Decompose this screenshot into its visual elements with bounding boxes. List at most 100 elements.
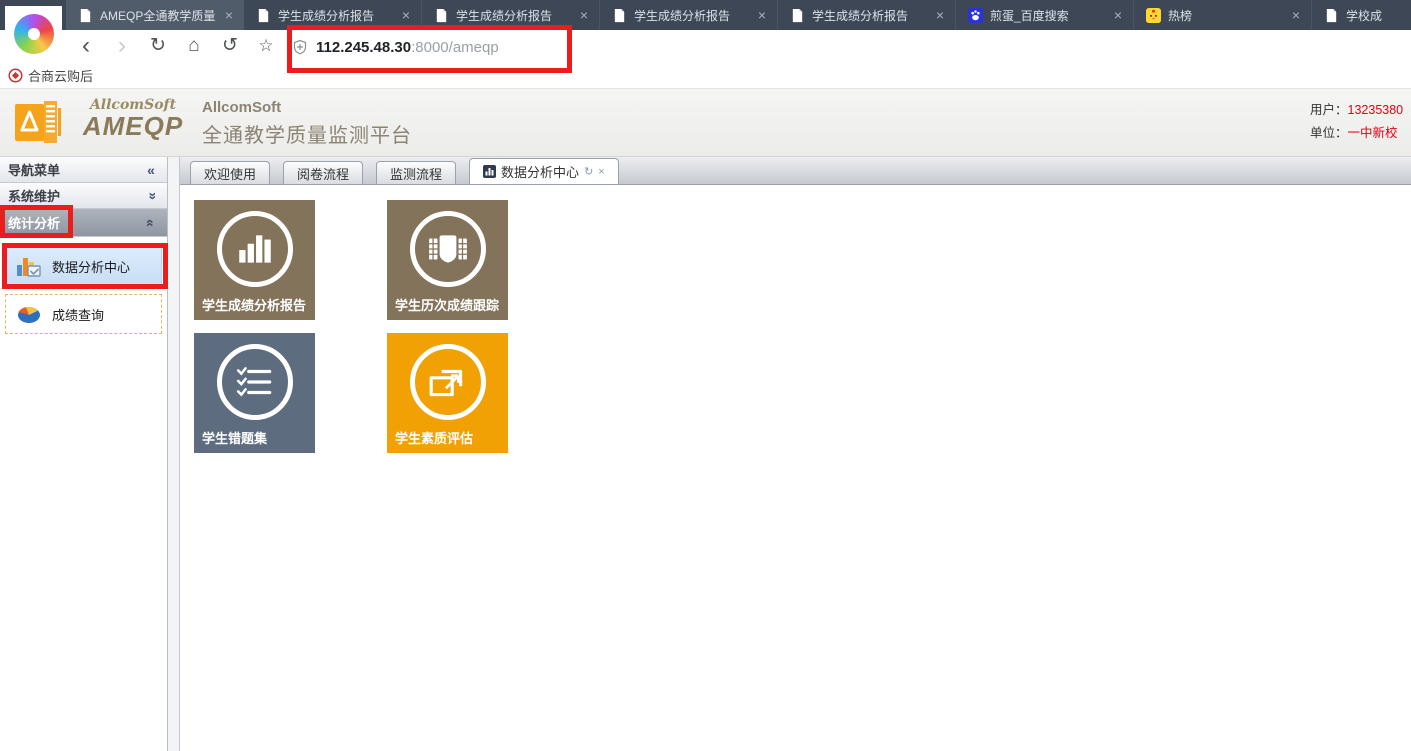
workspace-tab-label: 欢迎使用 — [204, 164, 256, 183]
browser-window: AMEQP全通教学质量监 × 学生成绩分析报告 × 学生成绩分析报告 × 学生成… — [0, 0, 1411, 751]
workspace-content: 学生成绩分析报告 学 — [180, 185, 1411, 751]
browser-toolbar: ‹ › ↻ ⌂ ↺ ☆ — [0, 30, 1411, 62]
tile-student-score-report[interactable]: 学生成绩分析报告 — [194, 200, 315, 320]
sidebar-title: 导航菜单 — [8, 160, 143, 179]
tile-label: 学生历次成绩跟踪 — [395, 295, 499, 314]
tab-close-icon[interactable]: × — [1289, 7, 1303, 23]
sidebar-title-bar: 导航菜单 « — [0, 157, 167, 183]
url-path: :8000/ameqp — [411, 39, 499, 56]
sidebar-items: 数据分析中心 成绩查询 — [0, 237, 167, 351]
tab-close-icon[interactable]: × — [755, 7, 769, 23]
nav-sidebar: 导航菜单 « 系统维护 « 统计分析 « 数据分析中心 — [0, 157, 168, 751]
app-title: AllcomSoft 全通教学质量监测平台 — [202, 99, 412, 148]
tab-close-icon[interactable]: × — [598, 166, 604, 178]
bookmarks-bar: 合商云购后 — [0, 62, 1411, 89]
bookmark-item[interactable]: 合商云购后 — [28, 66, 93, 85]
group-label: 系统维护 — [8, 186, 143, 205]
undo-icon[interactable]: ↺ — [216, 31, 244, 61]
unit-value: 一中新校 — [1348, 126, 1398, 140]
hot-icon — [1146, 8, 1161, 23]
tile-student-error-collection[interactable]: 学生错题集 — [194, 333, 315, 453]
browser-logo-icon — [14, 14, 54, 54]
browser-tab-report-1[interactable]: 学生成绩分析报告 × — [244, 0, 422, 30]
star-icon[interactable]: ☆ — [252, 31, 280, 61]
tab-title: 煎蛋_百度搜索 — [990, 7, 1105, 24]
page-icon — [612, 8, 627, 23]
pie-chart-icon — [16, 303, 42, 325]
tab-close-icon[interactable]: × — [399, 7, 413, 23]
tab-close-icon[interactable]: × — [222, 7, 236, 23]
sidebar-group-stats[interactable]: 统计分析 « — [0, 209, 167, 237]
browser-tab-ameqp[interactable]: AMEQP全通教学质量监 × — [66, 0, 244, 30]
collapse-sidebar-icon[interactable]: « — [143, 162, 159, 178]
workspace-tab-label: 监测流程 — [390, 164, 442, 183]
sidebar-splitter[interactable] — [168, 157, 180, 751]
chevron-up-icon: « — [143, 215, 159, 231]
tab-title: 学生成绩分析报告 — [456, 7, 571, 24]
browser-tab-report-3[interactable]: 学生成绩分析报告 × — [600, 0, 778, 30]
browser-tab-report-4[interactable]: 学生成绩分析报告 × — [778, 0, 956, 30]
brand-name-text: AMEQP — [68, 113, 198, 139]
tab-title: 学校成 — [1346, 7, 1411, 24]
export-icon — [410, 344, 486, 420]
workspace-tab-data-analysis-center[interactable]: 数据分析中心 ↻ × — [469, 158, 619, 184]
app-title-line2: 全通教学质量监测平台 — [202, 119, 412, 148]
back-icon[interactable]: ‹ — [72, 31, 100, 61]
tile-label: 学生错题集 — [202, 428, 267, 447]
brand-lockup: AllcomSoft AMEQP — [68, 97, 198, 139]
bookmark-seal-icon — [8, 68, 23, 83]
tab-close-icon[interactable]: × — [933, 7, 947, 23]
browser-tab-bar: AMEQP全通教学质量监 × 学生成绩分析报告 × 学生成绩分析报告 × 学生成… — [0, 0, 1411, 30]
bar-chart-icon — [16, 254, 42, 278]
tab-close-icon[interactable]: × — [1111, 7, 1125, 23]
sidebar-item-data-analysis-center[interactable]: 数据分析中心 — [5, 246, 162, 286]
tile-student-history-tracking[interactable]: 学生历次成绩跟踪 — [387, 200, 508, 320]
unit-label: 单位： — [1310, 126, 1348, 140]
browser-menu-button[interactable] — [5, 6, 62, 62]
chevron-down-icon: « — [143, 188, 159, 204]
sidebar-item-label: 数据分析中心 — [52, 257, 130, 276]
tile-label: 学生成绩分析报告 — [202, 295, 306, 314]
tab-title: 学生成绩分析报告 — [812, 7, 927, 24]
page-icon — [78, 8, 93, 23]
page-icon — [1324, 8, 1339, 23]
group-label: 统计分析 — [8, 213, 143, 232]
bar-chart-icon — [483, 165, 496, 178]
workspace-tab-strip: 欢迎使用 阅卷流程 监测流程 数据分析中心 ↻ × — [180, 157, 1411, 185]
workspace-tab-welcome[interactable]: 欢迎使用 — [190, 161, 270, 184]
sidebar-group-system[interactable]: 系统维护 « — [0, 183, 167, 209]
browser-tab-baidu[interactable]: 煎蛋_百度搜索 × — [956, 0, 1134, 30]
app-header: AllcomSoft AMEQP AllcomSoft 全通教学质量监测平台 用… — [0, 89, 1411, 157]
refresh-icon[interactable]: ↻ — [144, 31, 172, 61]
browser-tab-report-2[interactable]: 学生成绩分析报告 × — [422, 0, 600, 30]
user-info: 用户：13235380 单位：一中新校 — [1310, 99, 1411, 145]
tab-refresh-icon[interactable]: ↻ — [584, 165, 593, 178]
address-bar[interactable]: 112.245.48.30:8000/ameqp — [292, 33, 564, 61]
tab-close-icon[interactable]: × — [577, 7, 591, 23]
user-label: 用户： — [1310, 103, 1348, 117]
tab-title: 热榜 — [1168, 7, 1283, 24]
tile-label: 学生素质评估 — [395, 428, 473, 447]
browser-tab-hot[interactable]: 热榜 × — [1134, 0, 1312, 30]
checklist-icon — [217, 344, 293, 420]
sidebar-item-score-query[interactable]: 成绩查询 — [5, 294, 162, 334]
tab-title: AMEQP全通教学质量监 — [100, 7, 216, 24]
sidebar-item-label: 成绩查询 — [52, 305, 104, 324]
baidu-icon — [968, 8, 983, 23]
workspace-tab-label: 阅卷流程 — [297, 164, 349, 183]
shield-grid-icon — [410, 211, 486, 287]
page-icon — [434, 8, 449, 23]
user-value: 13235380 — [1348, 103, 1404, 117]
ameqp-logo-icon — [14, 99, 62, 145]
workspace-tab-marking[interactable]: 阅卷流程 — [283, 161, 363, 184]
app-title-line1: AllcomSoft — [202, 99, 412, 116]
workspace-tab-monitor[interactable]: 监测流程 — [376, 161, 456, 184]
tile-student-quality-assessment[interactable]: 学生素质评估 — [387, 333, 508, 453]
bar-chart-icon — [217, 211, 293, 287]
browser-tab-school[interactable]: 学校成 — [1312, 0, 1411, 30]
forward-icon[interactable]: › — [108, 31, 136, 61]
workspace: 欢迎使用 阅卷流程 监测流程 数据分析中心 ↻ × — [180, 157, 1411, 751]
home-icon[interactable]: ⌂ — [180, 31, 208, 61]
tab-title: 学生成绩分析报告 — [278, 7, 393, 24]
workspace-tab-label: 数据分析中心 — [501, 162, 579, 181]
